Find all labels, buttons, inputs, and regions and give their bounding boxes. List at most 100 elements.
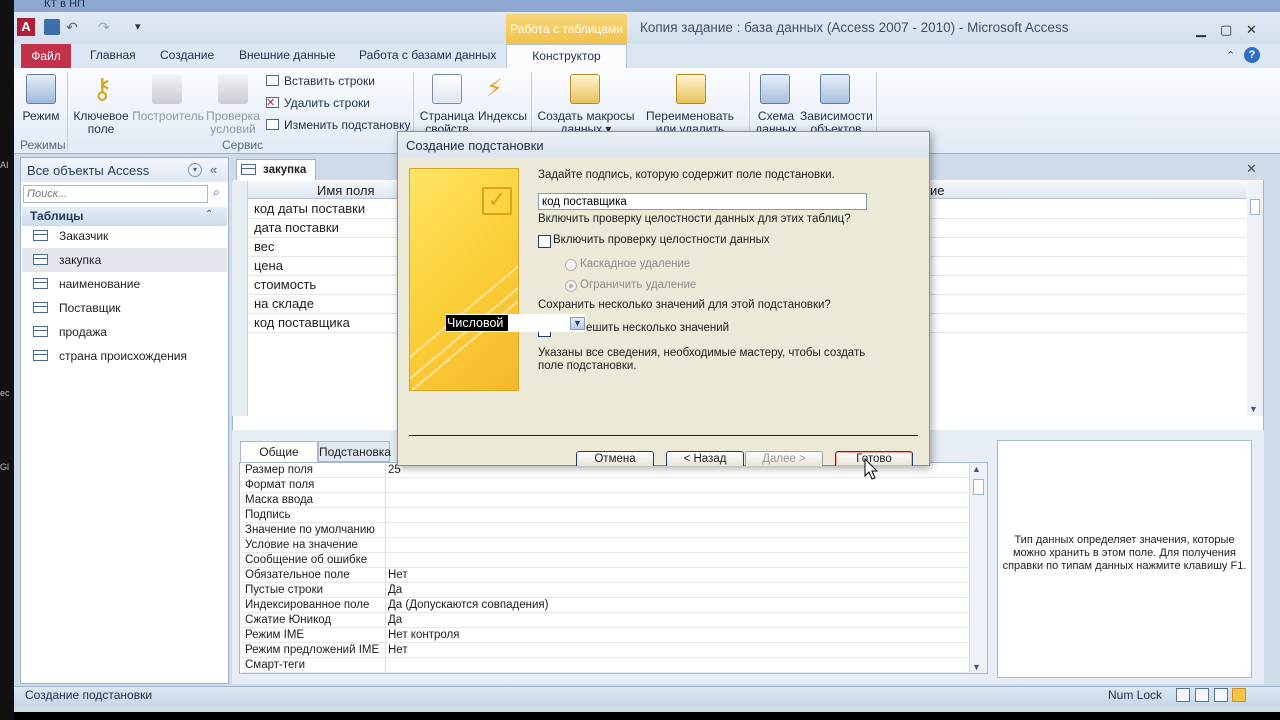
builder-icon [152,74,182,104]
property-row[interactable]: Обязательное поле Нет [241,568,968,583]
property-row[interactable]: Режим IME Нет контроля [241,628,968,643]
modify-lookups-button[interactable]: Изменить подстановку [284,118,410,132]
scroll-up-icon[interactable]: ▲ [972,464,981,474]
tab-home[interactable]: Главная [90,48,136,62]
property-row[interactable]: Маска ввода [241,493,968,508]
nav-item-country[interactable]: страна происхождения [22,344,227,368]
property-value[interactable]: Да (Допускаются совпадения) [388,598,548,612]
view-button[interactable]: Режим [18,110,64,123]
relationships-icon[interactable] [760,74,790,104]
tab-database-tools[interactable]: Работа с базами данных [359,48,496,62]
property-sheet-icon[interactable] [432,74,462,104]
redo-icon[interactable]: ↷ [98,19,110,36]
collapse-ribbon-icon[interactable]: ⌃ [1226,49,1235,62]
chevron-down-icon[interactable]: ▼ [570,317,585,330]
nav-item-label: Поставщик [59,301,121,315]
lookup-label-input[interactable] [538,193,867,210]
access-app-icon[interactable]: A [17,18,35,36]
restrict-delete-label: Ограничить удаление [580,279,697,291]
scroll-down-icon[interactable]: ▼ [972,662,981,672]
close-icon[interactable]: ✕ [1246,22,1257,38]
nav-item-customers[interactable]: Заказчик [22,224,227,248]
tab-external-data[interactable]: Внешние данные [239,48,336,62]
scroll-thumb[interactable] [1250,199,1260,215]
undo-icon[interactable]: ↶ [66,19,78,36]
indexes-icon[interactable]: ⚡ [486,74,503,103]
tab-lookup[interactable]: Подстановка [318,441,391,462]
indexes-button[interactable]: Индексы [478,110,527,123]
properties-scrollbar[interactable]: ▲ ▼ [969,463,987,673]
tab-general[interactable]: Общие [240,441,318,462]
integrity-checkbox[interactable] [538,235,551,248]
view-icon[interactable] [26,74,56,104]
tab-design[interactable]: Конструктор [506,44,627,68]
property-value[interactable]: Нет [388,568,408,582]
nav-menu-chevron-icon[interactable]: ▾ [188,163,202,177]
object-dependencies-icon[interactable] [820,74,850,104]
primary-key-button[interactable]: Ключевое поле [72,110,130,136]
scroll-down-icon[interactable]: ▼ [1249,404,1258,414]
test-validation-button[interactable]: Проверка условий [204,110,262,136]
design-view-icon[interactable] [1232,688,1246,702]
property-value[interactable]: Да [388,613,402,627]
delete-rows-button[interactable]: Удалить строки [284,96,370,110]
restrict-delete-radio[interactable] [565,280,577,292]
data-type-value[interactable]: Числовой [446,315,508,331]
cascade-delete-radio[interactable] [565,259,577,271]
property-row[interactable]: Формат поля [241,478,968,493]
nav-item-purchase[interactable]: закупка [22,248,227,272]
nav-item-name[interactable]: наименование [22,272,227,296]
property-row[interactable]: Условие на значение [241,538,968,553]
property-value[interactable]: Нет [388,643,408,657]
rename-macro-icon[interactable] [676,74,706,104]
property-row[interactable]: Сжатие Юникод Да [241,613,968,628]
pivot-table-view-icon[interactable] [1195,688,1209,702]
close-document-icon[interactable]: ✕ [1246,161,1257,177]
create-data-macros-icon[interactable] [570,74,600,104]
insert-rows-button[interactable]: Вставить строки [284,74,375,88]
property-value[interactable]: Нет контроля [388,628,459,642]
scroll-thumb[interactable] [973,479,984,495]
tab-create[interactable]: Создание [160,48,214,62]
property-name: Маска ввода [245,494,314,506]
nav-collapse-icon[interactable]: « [210,162,217,177]
nav-item-sales[interactable]: продажа [22,320,227,344]
pivot-chart-view-icon[interactable] [1214,688,1228,702]
nav-search-input[interactable] [23,185,208,203]
tab-file[interactable]: Файл [21,44,71,68]
search-icon[interactable]: ⌕ [208,185,225,203]
nav-item-supplier[interactable]: Поставщик [22,296,227,320]
save-icon[interactable] [44,19,60,35]
property-row[interactable]: Значение по умолчанию [241,523,968,538]
test-validation-icon [218,74,248,104]
customize-toolbar-icon[interactable]: ▾ [135,20,141,33]
key-icon[interactable]: ⚷ [92,72,113,105]
nav-item-label: закупка [59,253,102,267]
nav-title[interactable]: Все объекты Access [27,163,149,178]
builder-button[interactable]: Построитель [132,110,204,123]
property-value[interactable]: Да [388,583,402,597]
cancel-button[interactable]: Отмена [576,451,654,466]
maximize-icon[interactable]: ▢ [1220,22,1232,38]
property-row[interactable]: Индексированное поле Да (Допускаются совп… [241,598,968,613]
integrity-checkbox-label[interactable]: Включить проверку целостности данных [553,234,770,246]
property-row[interactable]: Подпись [241,508,968,523]
property-row[interactable]: Сообщение об ошибке [241,553,968,568]
datasheet-view-icon[interactable] [1176,688,1190,702]
group-views-label: Режимы [20,138,66,152]
property-name: Обязательное поле [245,569,350,581]
allow-multiple-label[interactable]: ешить несколько значений [586,322,729,334]
table-icon [33,230,48,241]
next-button[interactable]: Далее > [745,451,823,466]
window-title: Копия задание : база данных (Access 2007… [640,20,1069,35]
background-edge [0,0,14,720]
section-collapse-icon[interactable]: ⌃ [205,209,213,220]
help-icon[interactable]: ? [1244,47,1260,63]
minimize-icon[interactable]: ▁ [1196,22,1206,38]
property-row[interactable]: Пустые строки Да [241,583,968,598]
design-grid-scrollbar[interactable]: ▼ [1247,181,1263,416]
property-row[interactable]: Смарт-теги [241,658,968,673]
nav-item-label: продажа [59,325,107,339]
property-row[interactable]: Режим предложений IME Нет [241,643,968,658]
back-button[interactable]: < Назад [666,451,744,466]
